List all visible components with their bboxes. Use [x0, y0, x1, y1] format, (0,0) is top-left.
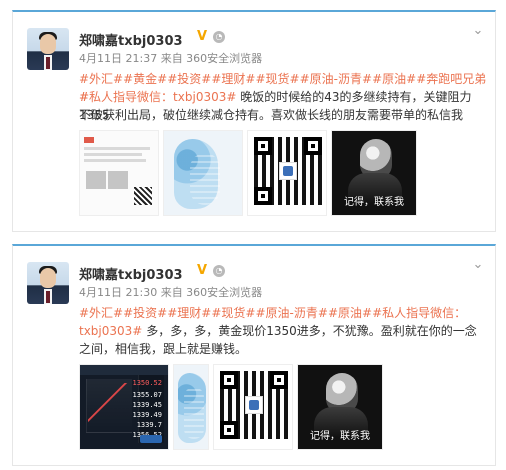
- image-grid: 1350.52 1355.07 1339.45 1339.49 1339.7 1…: [79, 364, 383, 450]
- post-text-line-3: 之间，相信我，跟上就是赚钱。: [79, 342, 248, 356]
- hashtag[interactable]: #原油-沥青#: [300, 72, 372, 86]
- post-text-line-2: txbj0303# 多，多，多，黄金现价1350进多，不犹豫。盈利就在你的一念: [79, 322, 487, 340]
- avatar-face: [40, 268, 56, 288]
- avatar-tie: [46, 291, 50, 303]
- verified-v-icon: V: [197, 29, 208, 44]
- post-meta[interactable]: 4月11日 21:30 来自 360安全浏览器: [79, 284, 262, 300]
- post-meta[interactable]: 4月11日 21:37 来自 360安全浏览器: [79, 50, 262, 66]
- qr-finder: [220, 421, 238, 439]
- hashtag[interactable]: #外汇#: [79, 306, 123, 320]
- image-block: [108, 171, 128, 189]
- chevron-down-icon[interactable]: ⌄: [471, 258, 485, 272]
- post-text: 多，多，多，黄金现价1350进多，不犹豫。盈利就在你的一念: [146, 324, 477, 338]
- qr-finder: [254, 187, 272, 205]
- price-line: [88, 383, 130, 431]
- map-overlay: [184, 387, 204, 439]
- hashtag-wechat[interactable]: #私人指导微信：txbj0303#: [79, 90, 236, 104]
- post-card: 郑啸嘉txbj0303 V ◔ 4月11日 21:30 来自 360安全浏览器 …: [12, 244, 496, 466]
- avatar-tie: [46, 57, 50, 69]
- thumbnail-map[interactable]: [173, 364, 209, 450]
- price-value: 1339.49: [132, 411, 162, 419]
- hashtag[interactable]: #黄金#: [123, 72, 167, 86]
- app-action-button: [140, 435, 162, 443]
- hashtag-wechat-id[interactable]: txbj0303#: [79, 324, 142, 338]
- text-bar: [84, 159, 146, 162]
- image-grid: 记得，联系我: [79, 130, 417, 216]
- hashtag[interactable]: #现货#: [211, 306, 255, 320]
- hashtag-wechat[interactable]: #私人指导微信：: [372, 306, 466, 320]
- qr-center-badge: [279, 162, 297, 180]
- thumbnail-screenshot[interactable]: [79, 130, 159, 216]
- poster-caption: 记得，联系我: [344, 197, 404, 208]
- qr-finder: [220, 371, 238, 389]
- hashtag[interactable]: #理财#: [211, 72, 255, 86]
- qr-center-badge: [245, 396, 263, 414]
- qr-finder: [254, 137, 272, 155]
- hashtag[interactable]: #投资#: [167, 72, 211, 86]
- post-text-line-3: 不破获利出局，破位继续减仓持有。喜欢做长线的朋友需要带单的私信我: [79, 108, 464, 122]
- thumbnail-qr-code[interactable]: [213, 364, 293, 450]
- text-bar: [84, 153, 142, 156]
- author-name[interactable]: 郑啸嘉txbj0303: [79, 30, 183, 49]
- price-value: 1355.07: [132, 391, 162, 399]
- map-overlay: [190, 153, 220, 205]
- verified-v-icon: V: [197, 263, 208, 278]
- hashtag[interactable]: #原油#: [372, 72, 416, 86]
- hashtag[interactable]: #投资#: [123, 306, 167, 320]
- hashtag[interactable]: #外汇#: [79, 72, 123, 86]
- poster-caption: 记得，联系我: [310, 431, 370, 442]
- mini-qr-code: [134, 187, 152, 205]
- hashtag[interactable]: #原油#: [328, 306, 372, 320]
- price-value: 1339.45: [132, 401, 162, 409]
- vip-icon: ◔: [213, 265, 225, 277]
- hashtag[interactable]: #现货#: [256, 72, 300, 86]
- qr-finder: [270, 371, 288, 389]
- app-topbar: [80, 365, 168, 375]
- author-name[interactable]: 郑啸嘉txbj0303: [79, 264, 183, 283]
- avatar-face: [40, 34, 56, 54]
- avatar[interactable]: [27, 262, 69, 304]
- chevron-down-icon[interactable]: ⌄: [471, 24, 485, 38]
- image-block: [86, 171, 106, 189]
- price-value: 1339.7: [136, 421, 162, 429]
- thumbnail-trading-app[interactable]: 1350.52 1355.07 1339.45 1339.49 1339.7 1…: [79, 364, 169, 450]
- thumbnail-qr-code[interactable]: [247, 130, 327, 216]
- thumbnail-poster[interactable]: 记得，联系我: [331, 130, 417, 216]
- price-value: 1350.52: [132, 379, 162, 387]
- post-text-line-1: #外汇##投资##理财##现货##原油-沥青##原油##私人指导微信：: [79, 304, 487, 322]
- hashtag[interactable]: #理财#: [167, 306, 211, 320]
- vip-icon: ◔: [213, 31, 225, 43]
- thumbnail-poster[interactable]: 记得，联系我: [297, 364, 383, 450]
- avatar[interactable]: [27, 28, 69, 70]
- qr-finder: [304, 137, 322, 155]
- thumbnail-map[interactable]: [163, 130, 243, 216]
- hashtag[interactable]: #原油-沥青#: [256, 306, 328, 320]
- text-bar: [84, 147, 150, 150]
- red-label: [84, 137, 94, 143]
- post-card: 郑啸嘉txbj0303 V ◔ 4月11日 21:37 来自 360安全浏览器 …: [12, 10, 496, 232]
